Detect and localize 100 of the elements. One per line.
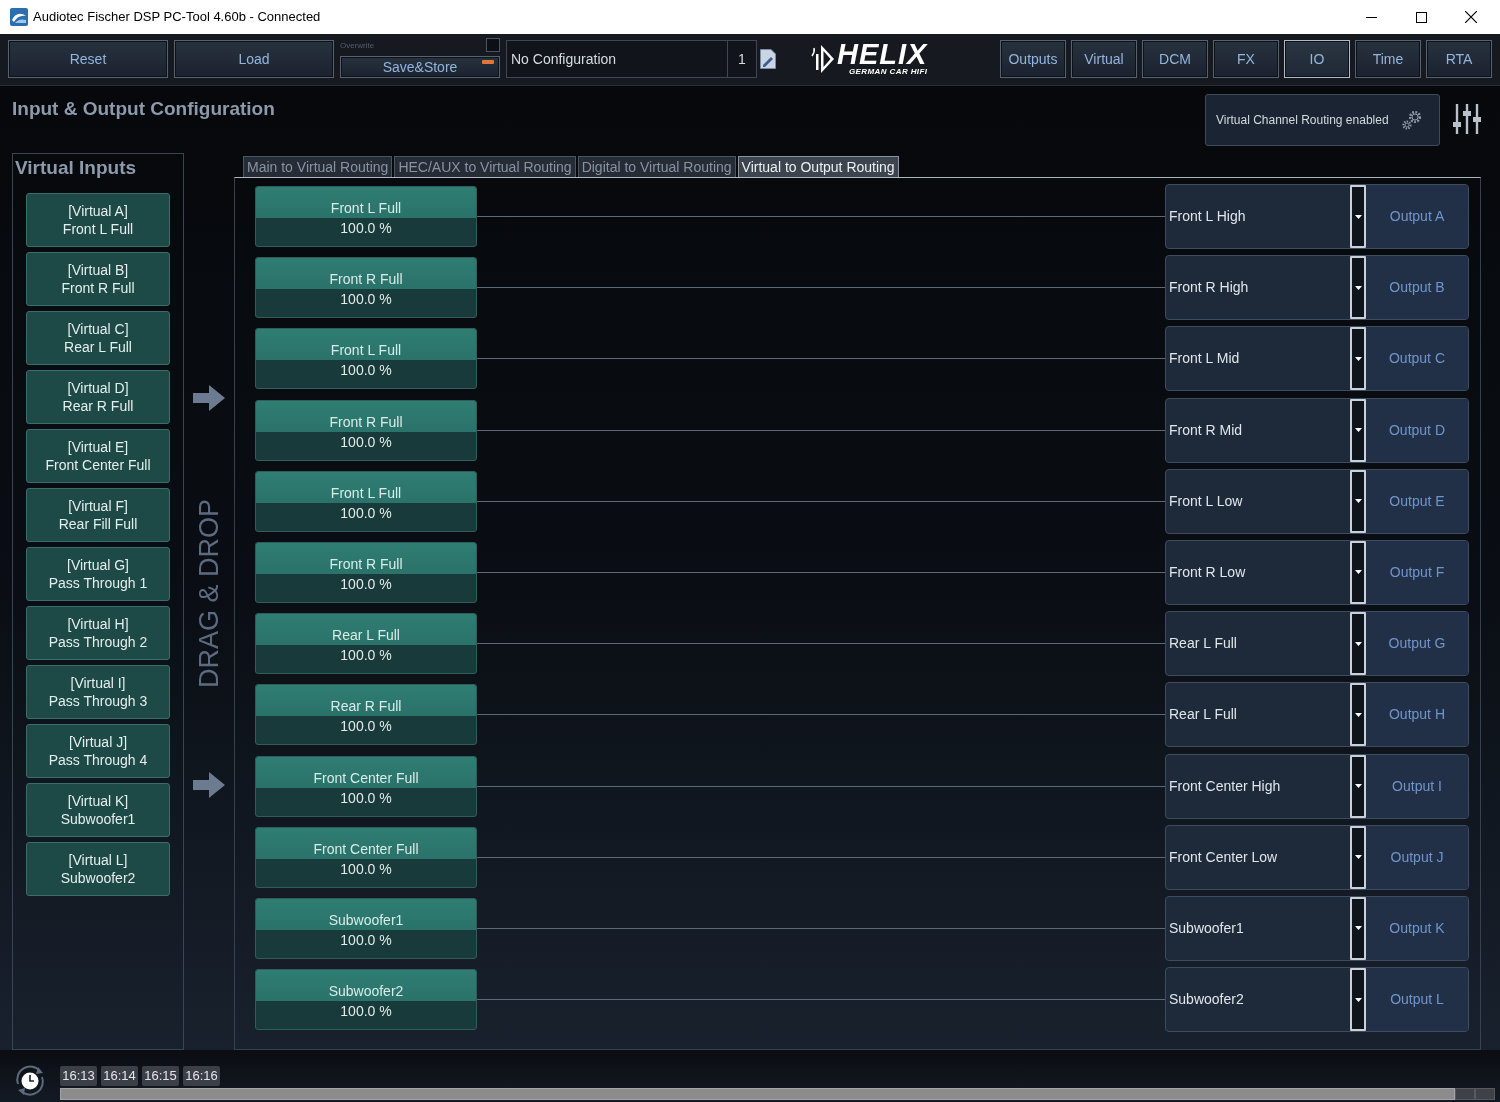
output-channel-dropdown[interactable]: Front R Mid [1166,398,1366,462]
virtual-input-button[interactable]: [Virtual G] Pass Through 1 [26,547,170,601]
nav-tab[interactable]: Time [1355,40,1421,78]
dropdown-button[interactable] [1350,612,1366,676]
source-channel-card[interactable]: Subwoofer2 100.0 % [255,969,477,1031]
nav-tab[interactable]: RTA [1426,40,1492,78]
output-channel-dropdown[interactable]: Front L Mid [1166,327,1366,391]
output-channel-dropdown[interactable]: Front Center High [1166,754,1366,818]
nav-tab[interactable]: IO [1284,40,1350,78]
virtual-input-button[interactable]: [Virtual L] Subwoofer2 [26,842,170,896]
caret-down-icon [1354,214,1362,219]
source-channel-card[interactable]: Subwoofer1 100.0 % [255,897,477,959]
virtual-input-button[interactable]: [Virtual K] Subwoofer1 [26,783,170,837]
virtual-input-button[interactable]: [Virtual E] Front Center Full [26,429,170,483]
dropdown-button[interactable] [1350,825,1366,889]
source-gain-value: 100.0 % [339,788,393,808]
source-channel-card[interactable]: Front R Full 100.0 % [255,399,477,461]
output-label: Output J [1366,825,1468,889]
virtual-input-button[interactable]: [Virtual H] Pass Through 2 [26,606,170,660]
caret-down-icon [1354,641,1362,646]
dropdown-button[interactable] [1350,896,1366,960]
source-channel-card[interactable]: Front L Full 100.0 % [255,186,477,247]
source-channel-name: Front Center Full [256,756,476,788]
virtual-input-button[interactable]: [Virtual B] Front R Full [26,252,170,306]
output-channel-dropdown[interactable]: Rear L Full [1166,683,1366,747]
status-indicator-icon [482,60,494,64]
edit-document-icon[interactable] [760,49,776,69]
toolbar-button[interactable]: Reset [8,40,168,78]
source-gain-value: 100.0 % [339,432,393,452]
dropdown-button[interactable] [1350,683,1366,747]
source-channel-card[interactable]: Front R Full 100.0 % [255,257,477,319]
clock-icon[interactable] [14,1064,46,1096]
sliders-icon[interactable] [1452,104,1482,134]
output-channel-dropdown[interactable]: Front Center Low [1166,825,1366,889]
save-store-button[interactable]: Save&Store [340,56,500,78]
source-channel-card[interactable]: Front L Full 100.0 % [255,470,477,532]
virtual-input-button[interactable]: [Virtual C] Rear L Full [26,311,170,365]
overwrite-checkbox[interactable] [486,38,500,52]
caret-down-icon [1354,997,1362,1002]
source-gain-value: 100.0 % [339,859,393,879]
nav-tab[interactable]: DCM [1142,40,1208,78]
close-icon [1465,11,1477,23]
dropdown-button[interactable] [1350,398,1366,462]
source-channel-name: Rear R Full [256,685,476,717]
caret-down-icon [1354,356,1362,361]
source-channel-card[interactable]: Front R Full 100.0 % [255,541,477,603]
output-label: Output E [1366,469,1468,533]
toolbar-button[interactable]: Load [174,40,334,78]
routing-tab[interactable]: Digital to Virtual Routing [577,156,736,177]
source-channel-card[interactable]: Rear R Full 100.0 % [255,684,477,746]
time-marker[interactable]: 16:16 [183,1066,220,1086]
preset-number-field[interactable]: 1 [728,40,757,78]
dropdown-button[interactable] [1350,469,1366,533]
routing-tab[interactable]: Main to Virtual Routing [243,156,393,177]
routing-status-text: Virtual Channel Routing enabled [1216,112,1389,129]
window-title: Audiotec Fischer DSP PC-Tool 4.60b - Connected [33,8,321,27]
dropdown-button[interactable] [1350,968,1366,1032]
dropdown-button[interactable] [1350,754,1366,818]
horizontal-scrollbar[interactable] [60,1088,1455,1100]
output-channel-dropdown[interactable]: Subwoofer1 [1166,896,1366,960]
virtual-input-button[interactable]: [Virtual J] Pass Through 4 [26,724,170,778]
virtual-input-button[interactable]: [Virtual D] Rear R Full [26,370,170,424]
time-marker[interactable]: 16:15 [142,1066,179,1086]
output-channel-dropdown[interactable]: Front R High [1166,256,1366,320]
dropdown-button[interactable] [1350,540,1366,604]
nav-tab[interactable]: Virtual [1071,40,1137,78]
output-label: Output H [1366,683,1468,747]
output-channel-dropdown[interactable]: Rear L Full [1166,612,1366,676]
virtual-input-button[interactable]: [Virtual A] Front L Full [26,193,170,247]
output-label: Output F [1366,540,1468,604]
source-channel-card[interactable]: Front Center Full 100.0 % [255,826,477,888]
dropdown-button[interactable] [1350,327,1366,391]
virtual-input-button[interactable]: [Virtual I] Pass Through 3 [26,665,170,719]
routing-tab[interactable]: HEC/AUX to Virtual Routing [394,156,576,177]
gears-icon[interactable] [1402,110,1422,130]
routing-tab[interactable]: Virtual to Output Routing [737,156,899,177]
virtual-input-button[interactable]: [Virtual F] Rear Fill Full [26,488,170,542]
source-channel-name: Rear L Full [256,614,476,646]
source-channel-name: Subwoofer2 [256,970,476,1002]
time-marker[interactable]: 16:14 [101,1066,138,1086]
maximize-icon [1415,11,1427,23]
page-title: Input & Output Configuration [12,97,275,121]
configuration-field[interactable]: No Configuration [506,40,728,78]
dropdown-button[interactable] [1350,185,1366,248]
source-channel-card[interactable]: Front L Full 100.0 % [255,328,477,390]
dropdown-button[interactable] [1350,256,1366,320]
source-channel-name: Front L Full [256,329,476,361]
source-gain-value: 100.0 % [339,219,393,238]
nav-tab[interactable]: FX [1213,40,1279,78]
time-marker[interactable]: 16:13 [60,1066,97,1086]
output-label: Output G [1366,612,1468,676]
source-channel-card[interactable]: Rear L Full 100.0 % [255,613,477,675]
logo-tagline: GERMAN CAR HIFI [848,66,928,77]
source-channel-name: Front Center Full [256,827,476,859]
source-channel-card[interactable]: Front Center Full 100.0 % [255,755,477,817]
output-channel-dropdown[interactable]: Subwoofer2 [1166,968,1366,1032]
output-channel-dropdown[interactable]: Front R Low [1166,540,1366,604]
output-channel-dropdown[interactable]: Front L Low [1166,469,1366,533]
nav-tab[interactable]: Outputs [1000,40,1066,78]
output-channel-dropdown[interactable]: Front L High [1166,185,1366,248]
